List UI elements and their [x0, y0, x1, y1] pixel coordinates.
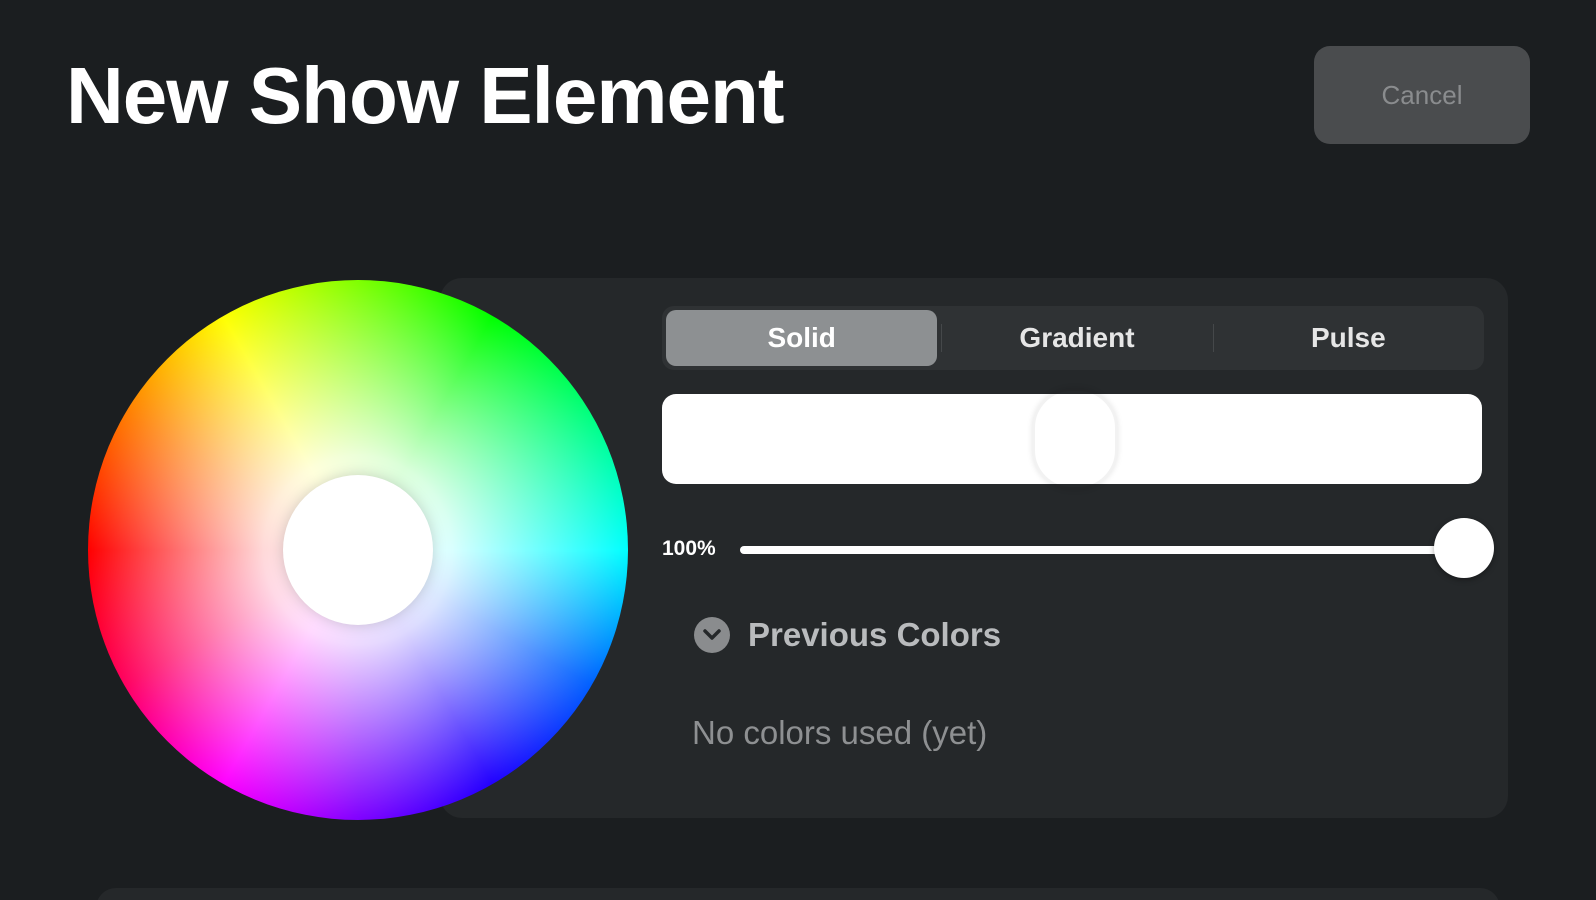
previous-colors-label: Previous Colors	[748, 616, 1002, 653]
segment-solid[interactable]: Solid	[666, 310, 938, 366]
previous-colors-toggle[interactable]: Previous Colors	[694, 616, 1001, 654]
brightness-value-label: 100%	[662, 537, 716, 560]
selected-color-swatch[interactable]	[662, 388, 1482, 490]
brightness-slider-thumb[interactable]	[1434, 518, 1494, 578]
color-mode-segmented-control: Solid Gradient Pulse	[662, 306, 1484, 370]
page-title: New Show Element	[66, 51, 784, 140]
brightness-slider-track[interactable]	[740, 546, 1464, 554]
swatch-handle[interactable]	[1032, 388, 1118, 490]
segment-pulse[interactable]: Pulse	[1212, 306, 1484, 370]
chevron-down-icon	[694, 617, 730, 653]
segment-gradient[interactable]: Gradient	[941, 306, 1212, 370]
new-show-element-screen: New Show Element Cancel Solid Gradient P…	[0, 0, 1596, 900]
previous-colors-empty-text: No colors used (yet)	[692, 714, 988, 751]
color-wheel[interactable]	[88, 280, 628, 820]
color-wheel-handle[interactable]	[283, 475, 433, 625]
next-section-panel	[96, 888, 1500, 900]
cancel-button[interactable]: Cancel	[1314, 46, 1530, 144]
